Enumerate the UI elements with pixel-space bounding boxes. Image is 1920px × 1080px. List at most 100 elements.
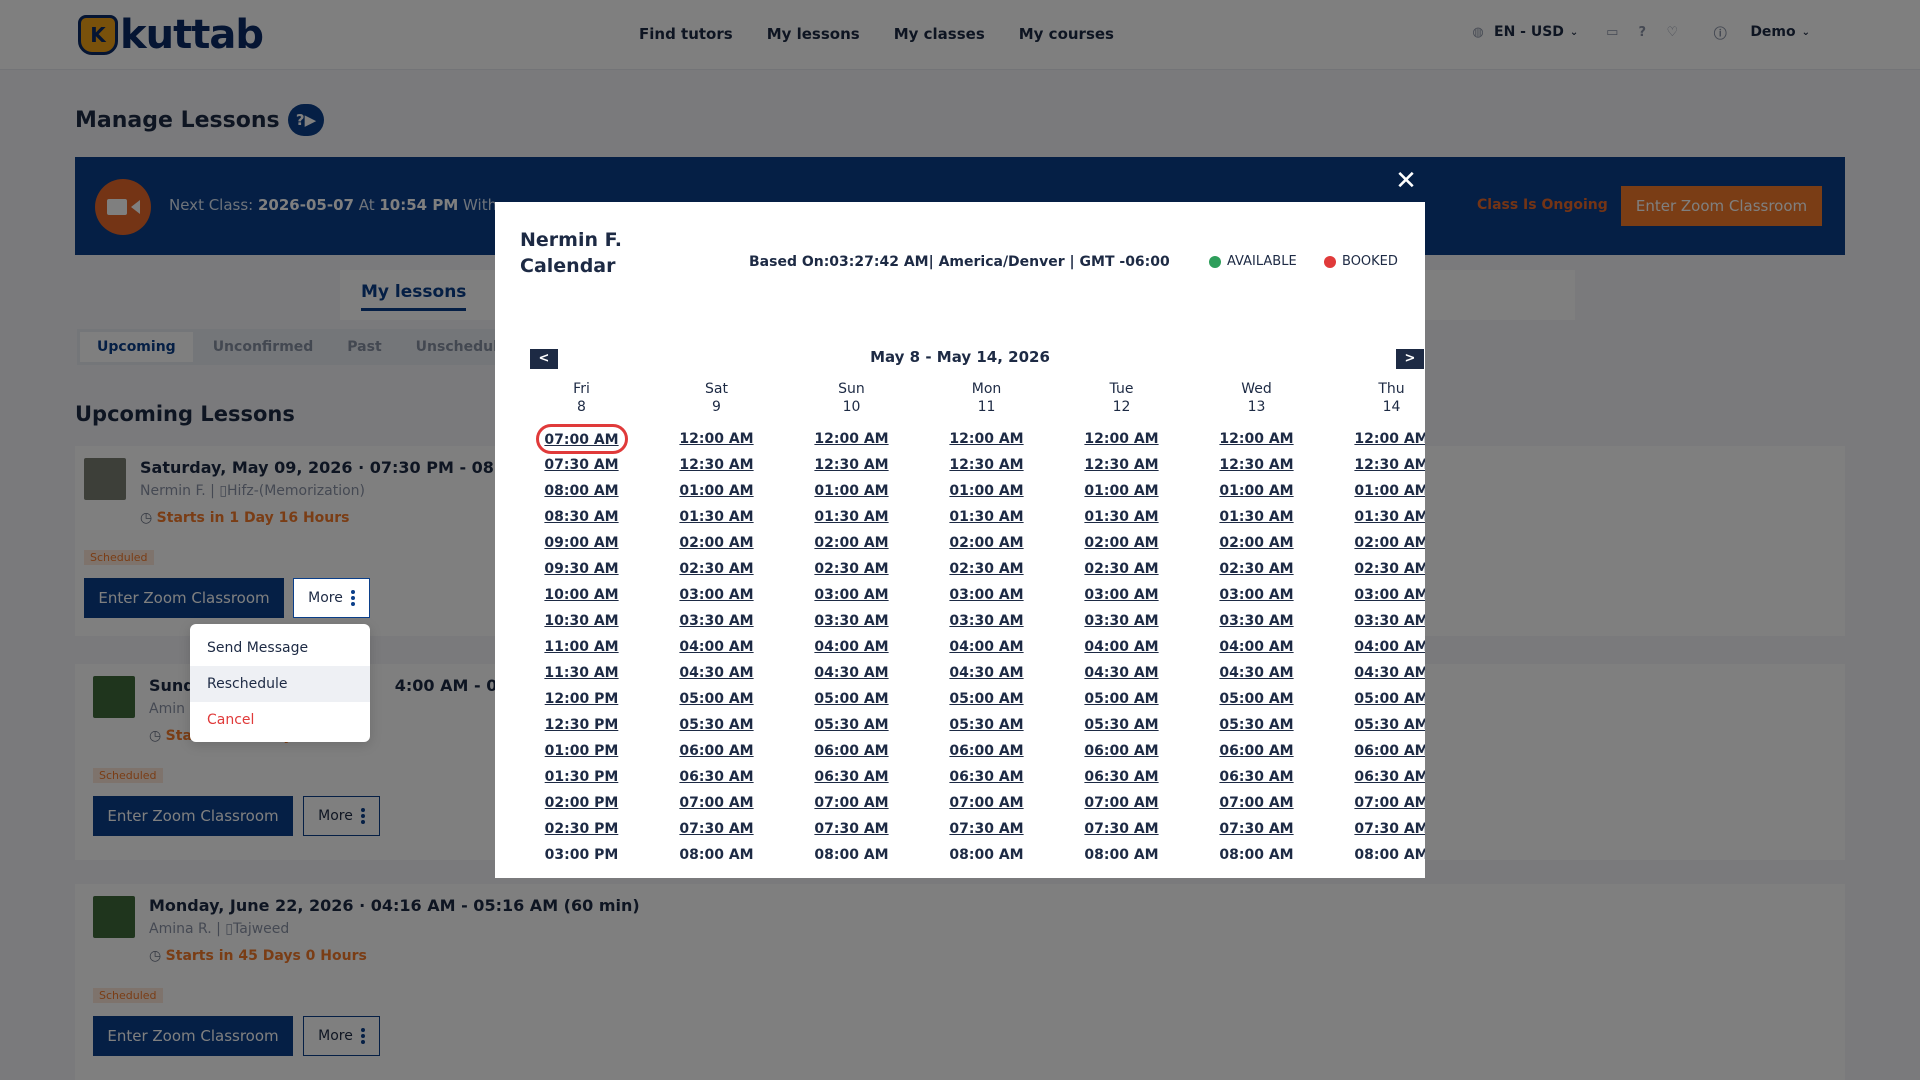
time-slot[interactable]: 04:30 AM <box>649 660 784 686</box>
time-slot[interactable]: 07:00 AM <box>649 790 784 816</box>
time-slot[interactable]: 04:00 AM <box>649 634 784 660</box>
time-slot[interactable]: 12:00 AM <box>784 426 919 452</box>
time-slot[interactable]: 04:30 AM <box>1054 660 1189 686</box>
time-slot[interactable]: 02:00 PM <box>514 790 649 816</box>
time-slot[interactable]: 04:30 AM <box>1189 660 1324 686</box>
time-slot[interactable]: 08:30 AM <box>514 504 649 530</box>
time-slot[interactable]: 02:30 AM <box>649 556 784 582</box>
time-slot[interactable]: 01:00 AM <box>649 478 784 504</box>
time-slot[interactable]: 04:00 AM <box>784 634 919 660</box>
time-slot[interactable]: 06:30 AM <box>919 764 1054 790</box>
time-slot[interactable]: 12:30 AM <box>1189 452 1324 478</box>
time-slot[interactable]: 08:00 AM <box>1189 842 1324 860</box>
time-slot[interactable]: 08:00 AM <box>1054 842 1189 860</box>
time-slot[interactable]: 07:30 AM <box>1324 816 1425 842</box>
time-slot[interactable]: 03:00 AM <box>919 582 1054 608</box>
time-slot[interactable]: 01:30 AM <box>919 504 1054 530</box>
time-slot[interactable]: 06:00 AM <box>919 738 1054 764</box>
time-slot[interactable]: 05:30 AM <box>649 712 784 738</box>
time-slot[interactable]: 01:00 AM <box>784 478 919 504</box>
time-slot[interactable]: 03:00 AM <box>1189 582 1324 608</box>
time-slot[interactable]: 04:30 AM <box>784 660 919 686</box>
time-slot[interactable]: 03:00 AM <box>784 582 919 608</box>
time-slot[interactable]: 07:00 AM <box>535 424 628 454</box>
time-slot[interactable]: 01:30 AM <box>1324 504 1425 530</box>
time-slot[interactable]: 11:00 AM <box>514 634 649 660</box>
menu-item-cancel[interactable]: Cancel <box>190 702 370 738</box>
time-slot[interactable]: 03:30 AM <box>1324 608 1425 634</box>
time-slot[interactable]: 09:00 AM <box>514 530 649 556</box>
time-slot[interactable]: 03:30 AM <box>649 608 784 634</box>
next-week-button[interactable]: > <box>1396 349 1424 369</box>
time-slot[interactable]: 12:00 AM <box>919 426 1054 452</box>
time-slot[interactable]: 02:30 AM <box>1189 556 1324 582</box>
time-slot[interactable]: 02:00 AM <box>919 530 1054 556</box>
time-slot[interactable]: 06:00 AM <box>1189 738 1324 764</box>
time-slot[interactable]: 10:00 AM <box>514 582 649 608</box>
time-slot[interactable]: 02:00 AM <box>784 530 919 556</box>
time-slot[interactable]: 08:00 AM <box>514 478 649 504</box>
time-slot[interactable]: 06:30 AM <box>1189 764 1324 790</box>
time-slot[interactable]: 07:30 AM <box>784 816 919 842</box>
time-slot[interactable]: 02:30 PM <box>514 816 649 842</box>
time-slot[interactable]: 05:00 AM <box>1189 686 1324 712</box>
time-slot[interactable]: 07:00 AM <box>1324 790 1425 816</box>
time-slot[interactable]: 12:00 AM <box>649 426 784 452</box>
time-slot[interactable]: 02:00 AM <box>1189 530 1324 556</box>
time-slot[interactable]: 07:30 AM <box>514 452 649 478</box>
more-button[interactable]: More <box>293 578 370 618</box>
time-slot[interactable]: 06:00 AM <box>1324 738 1425 764</box>
time-slot[interactable]: 08:00 AM <box>649 842 784 860</box>
time-slot[interactable]: 07:00 AM <box>919 790 1054 816</box>
time-slot[interactable]: 12:30 PM <box>514 712 649 738</box>
time-slot[interactable]: 06:00 AM <box>784 738 919 764</box>
time-slot[interactable]: 07:00 AM <box>784 790 919 816</box>
time-slot[interactable]: 06:30 AM <box>1324 764 1425 790</box>
time-slot[interactable]: 02:30 AM <box>1054 556 1189 582</box>
time-slot[interactable]: 02:30 AM <box>784 556 919 582</box>
time-slot[interactable]: 12:30 AM <box>649 452 784 478</box>
time-slot[interactable]: 07:00 AM <box>1189 790 1324 816</box>
time-slot[interactable]: 01:30 AM <box>649 504 784 530</box>
time-slot[interactable]: 01:00 PM <box>514 738 649 764</box>
time-slot[interactable]: 01:00 AM <box>1324 478 1425 504</box>
close-icon[interactable]: ✕ <box>1391 166 1421 196</box>
time-slot[interactable]: 06:30 AM <box>649 764 784 790</box>
time-slot[interactable]: 01:00 AM <box>919 478 1054 504</box>
time-slot[interactable]: 08:00 AM <box>1324 842 1425 860</box>
time-slot[interactable]: 10:30 AM <box>514 608 649 634</box>
time-slot[interactable]: 01:00 AM <box>1189 478 1324 504</box>
time-slot[interactable]: 08:00 AM <box>919 842 1054 860</box>
time-slot[interactable]: 04:30 AM <box>1324 660 1425 686</box>
time-slot[interactable]: 01:30 AM <box>1189 504 1324 530</box>
time-slot[interactable]: 05:30 AM <box>1189 712 1324 738</box>
time-slot[interactable]: 03:00 PM <box>514 842 649 860</box>
time-slot[interactable]: 03:30 AM <box>784 608 919 634</box>
time-slot[interactable]: 07:30 AM <box>649 816 784 842</box>
time-slot[interactable]: 07:30 AM <box>1054 816 1189 842</box>
time-slot[interactable]: 03:00 AM <box>1054 582 1189 608</box>
time-slot[interactable]: 07:00 AM <box>1054 790 1189 816</box>
time-slot[interactable]: 05:30 AM <box>1324 712 1425 738</box>
time-slot[interactable]: 05:00 AM <box>919 686 1054 712</box>
time-slot[interactable]: 09:30 AM <box>514 556 649 582</box>
time-slot[interactable]: 04:00 AM <box>919 634 1054 660</box>
menu-item-reschedule[interactable]: Reschedule <box>190 666 370 702</box>
time-slot[interactable]: 03:00 AM <box>649 582 784 608</box>
time-slot[interactable]: 05:00 AM <box>1054 686 1189 712</box>
time-slot[interactable]: 02:00 AM <box>649 530 784 556</box>
time-slot[interactable]: 01:00 AM <box>1054 478 1189 504</box>
time-slot[interactable]: 06:30 AM <box>784 764 919 790</box>
time-slot[interactable]: 03:00 AM <box>1324 582 1425 608</box>
time-slot[interactable]: 04:30 AM <box>919 660 1054 686</box>
time-slot[interactable]: 01:30 AM <box>1054 504 1189 530</box>
time-slot[interactable]: 05:00 AM <box>649 686 784 712</box>
time-slot[interactable]: 12:00 PM <box>514 686 649 712</box>
time-slot[interactable]: 07:30 AM <box>1189 816 1324 842</box>
time-slot[interactable]: 02:30 AM <box>1324 556 1425 582</box>
time-slot[interactable]: 12:00 AM <box>1324 426 1425 452</box>
time-slot[interactable]: 05:30 AM <box>919 712 1054 738</box>
time-slot[interactable]: 07:30 AM <box>919 816 1054 842</box>
time-slot[interactable]: 01:30 PM <box>514 764 649 790</box>
time-slot[interactable]: 05:00 AM <box>784 686 919 712</box>
